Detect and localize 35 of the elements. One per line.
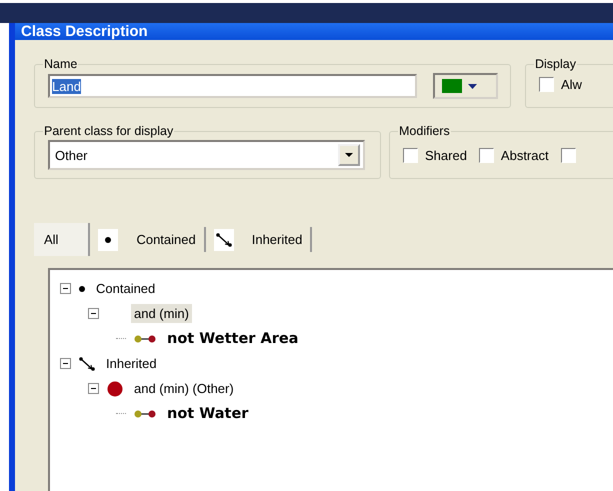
collapse-toggle[interactable] <box>88 308 99 319</box>
dropdown-arrow-icon <box>345 153 353 157</box>
diagonal-arrow-icon <box>216 232 232 246</box>
link-icon <box>134 334 156 342</box>
diagonal-arrow-icon <box>79 356 95 370</box>
tree-item[interactable]: Contained <box>93 279 158 298</box>
collapse-toggle[interactable] <box>60 358 71 369</box>
filled-circle-icon <box>107 380 123 396</box>
collapse-toggle[interactable] <box>60 283 71 294</box>
checkbox-label: Shared <box>425 148 467 163</box>
tree-item[interactable]: not Wetter Area <box>164 328 302 348</box>
checkbox[interactable] <box>560 148 576 163</box>
name-field[interactable]: Land <box>48 74 417 98</box>
dropdown-arrow-icon <box>468 84 477 88</box>
tree-item[interactable]: and (min) (Other) <box>131 379 237 398</box>
dot-icon <box>79 286 85 292</box>
dot-icon <box>105 236 112 242</box>
link-icon <box>134 410 156 418</box>
tree-item[interactable]: not Water <box>164 404 252 424</box>
tab[interactable]: All <box>34 223 90 256</box>
parent-class-dropdown[interactable]: Other <box>48 140 365 170</box>
checkbox[interactable] <box>539 77 554 92</box>
checkbox[interactable] <box>403 148 418 163</box>
color-picker-button[interactable] <box>433 73 498 99</box>
tree-item[interactable]: and (min) <box>131 304 192 323</box>
checkbox-label: Abstract <box>500 148 549 163</box>
tree-item[interactable]: Inherited <box>103 354 160 373</box>
window-title: Class Description <box>15 23 613 40</box>
group-label: Modifiers <box>398 124 451 138</box>
group-label: Display <box>534 57 577 71</box>
checkbox-label: Alw <box>561 77 582 92</box>
group-label: Name <box>43 57 78 71</box>
collapse-toggle[interactable] <box>88 383 99 394</box>
group-label: Parent class for display <box>43 124 174 138</box>
checkbox[interactable] <box>478 148 494 163</box>
